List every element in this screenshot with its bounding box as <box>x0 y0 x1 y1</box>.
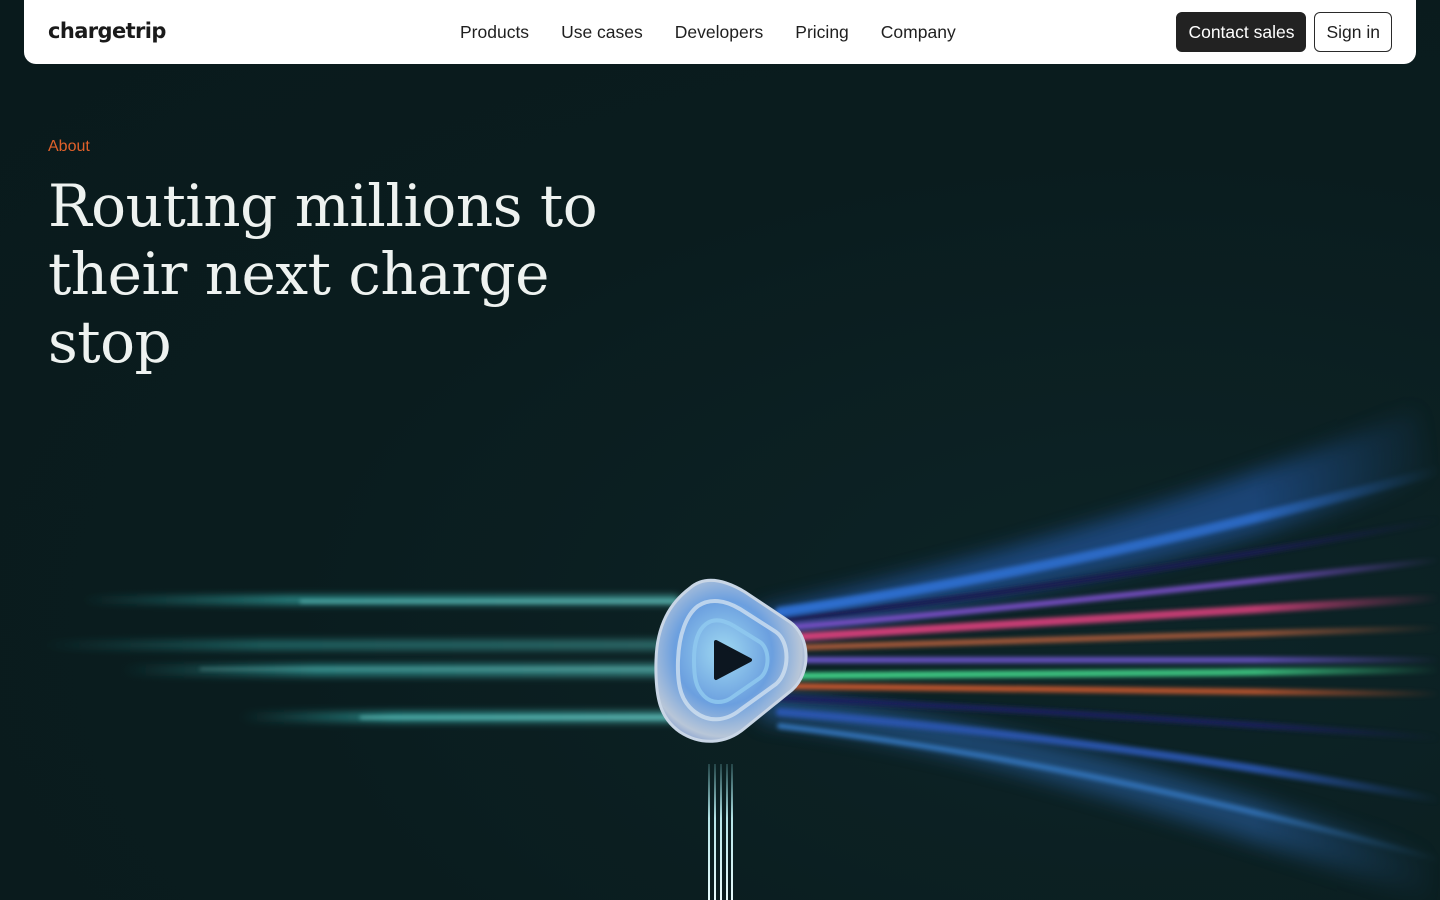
header-actions: Contact sales Sign in <box>1176 12 1392 52</box>
contact-sales-button[interactable]: Contact sales <box>1176 12 1307 52</box>
page: chargetrip Products Use cases Developers… <box>0 0 1440 900</box>
section-eyebrow: About <box>48 138 90 155</box>
chargetrip-logo[interactable]: chargetrip <box>48 16 166 46</box>
hero-headline: Routing millions to their next charge st… <box>48 172 688 376</box>
hero-headline-line-2: their next charge stop <box>48 240 549 376</box>
hero-route-visual <box>40 410 1440 900</box>
site-header: chargetrip Products Use cases Developers… <box>24 0 1416 64</box>
nav-item-pricing[interactable]: Pricing <box>779 0 865 64</box>
play-triangle-icon <box>654 578 808 743</box>
nav-item-use-cases[interactable]: Use cases <box>545 0 659 64</box>
nav-item-products[interactable]: Products <box>444 0 545 64</box>
hero-headline-line-1: Routing millions to <box>48 172 598 240</box>
nav-item-company[interactable]: Company <box>865 0 972 64</box>
sign-in-button[interactable]: Sign in <box>1314 12 1392 52</box>
nav-item-developers[interactable]: Developers <box>659 0 780 64</box>
main-nav: Products Use cases Developers Pricing Co… <box>444 0 972 64</box>
